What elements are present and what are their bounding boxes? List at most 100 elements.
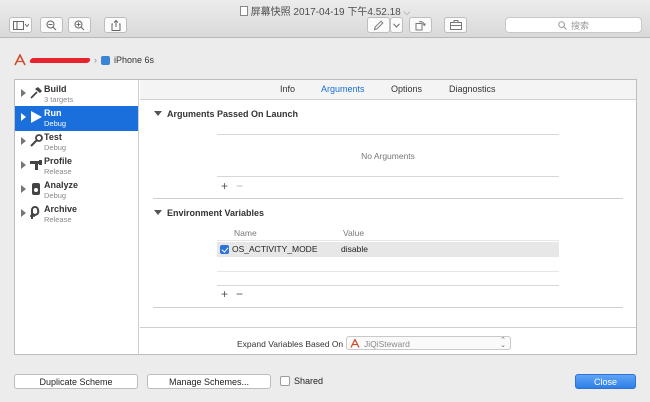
add-argument-button[interactable]: + bbox=[221, 179, 228, 193]
disclosure-icon[interactable] bbox=[21, 209, 26, 217]
expand-variables-popup[interactable]: JiQiSteward ⌃ ⌄ bbox=[346, 336, 511, 350]
scheme-detail-pane: Info Arguments Options Diagnostics Argum… bbox=[140, 80, 636, 354]
arguments-list[interactable]: No Arguments bbox=[217, 134, 559, 177]
tab-options[interactable]: Options bbox=[391, 84, 422, 94]
pen-icon bbox=[373, 19, 384, 30]
env-var-value[interactable]: disable bbox=[341, 244, 368, 254]
disclosure-icon[interactable] bbox=[21, 113, 26, 121]
table-bottom-divider bbox=[217, 285, 559, 286]
search-field[interactable]: 搜索 bbox=[505, 17, 642, 33]
sidebar-item-test[interactable]: Test Debug bbox=[15, 130, 138, 155]
remove-env-var-button[interactable]: − bbox=[236, 287, 243, 301]
sidebar-item-name: Analyze bbox=[44, 180, 79, 190]
sidebar-item-detail: Debug bbox=[44, 191, 67, 200]
arguments-section-title: Arguments Passed On Launch bbox=[167, 109, 299, 119]
sidebar-item-archive[interactable]: Archive Release bbox=[15, 202, 138, 227]
hammer-icon bbox=[30, 87, 42, 99]
analyze-icon bbox=[32, 183, 40, 195]
updown-arrows-icon: ⌃ ⌄ bbox=[500, 337, 506, 349]
disclosure-icon[interactable] bbox=[21, 89, 26, 97]
disclosure-icon[interactable] bbox=[21, 185, 26, 193]
scheme-selector[interactable]: › iPhone 6s bbox=[14, 52, 154, 68]
scheme-action-list: Build 3 targets Run Debug Test Debug Pro… bbox=[15, 80, 139, 354]
table-row[interactable]: OS_ACTIVITY_MODE disable bbox=[217, 242, 559, 257]
device-name: iPhone 6s bbox=[114, 55, 155, 65]
search-icon bbox=[558, 20, 567, 30]
zoom-in-icon bbox=[74, 20, 85, 30]
env-column-value[interactable]: Value bbox=[343, 228, 364, 238]
env-column-name[interactable]: Name bbox=[234, 228, 257, 238]
expand-variables-label: Expand Variables Based On bbox=[237, 339, 344, 349]
section-divider bbox=[153, 198, 623, 199]
tab-bar: Info Arguments Options Diagnostics bbox=[140, 80, 636, 100]
sidebar-item-detail: Debug bbox=[44, 143, 67, 152]
remove-argument-button[interactable]: − bbox=[236, 179, 243, 193]
window-title-bar[interactable]: 屏幕快照 2017-04-19 下午4.52.18 ⌵ bbox=[0, 3, 650, 18]
tab-arguments[interactable]: Arguments bbox=[321, 84, 365, 94]
arguments-section-header[interactable]: Arguments Passed On Launch bbox=[154, 109, 298, 119]
sidebar-item-name: Build bbox=[44, 84, 67, 94]
sidebar-item-detail: Debug bbox=[44, 119, 67, 128]
share-button[interactable] bbox=[104, 17, 127, 33]
arguments-empty-message: No Arguments bbox=[361, 151, 415, 161]
footer-divider bbox=[140, 327, 636, 328]
markup-button[interactable] bbox=[367, 17, 390, 33]
sidebar-item-detail: Release bbox=[44, 215, 72, 224]
archive-icon bbox=[30, 206, 40, 219]
markup-menu-button[interactable] bbox=[390, 17, 403, 33]
zoom-out-icon bbox=[46, 20, 57, 30]
duplicate-scheme-button[interactable]: Duplicate Scheme bbox=[14, 374, 138, 389]
add-env-var-button[interactable]: + bbox=[221, 287, 228, 301]
sidebar-item-name: Archive bbox=[44, 204, 78, 214]
expand-variables-value: JiQiSteward bbox=[364, 339, 410, 349]
redacted-scheme-name bbox=[29, 57, 91, 63]
sidebar-item-name: Run bbox=[44, 108, 62, 118]
close-button[interactable]: Close bbox=[575, 374, 636, 389]
toolbox-icon bbox=[449, 20, 462, 30]
env-enabled-checkbox[interactable] bbox=[220, 245, 229, 254]
tab-diagnostics[interactable]: Diagnostics bbox=[449, 84, 496, 94]
tab-info[interactable]: Info bbox=[280, 84, 295, 94]
search-placeholder: 搜索 bbox=[570, 20, 589, 31]
arguments-add-remove: + − bbox=[221, 179, 243, 193]
share-icon bbox=[111, 19, 120, 31]
device-icon bbox=[101, 55, 110, 65]
sidebar-item-analyze[interactable]: Analyze Debug bbox=[15, 178, 138, 203]
environment-section-title: Environment Variables bbox=[167, 208, 265, 218]
rotate-button[interactable] bbox=[409, 17, 432, 33]
app-icon bbox=[350, 339, 360, 348]
zoom-out-button[interactable] bbox=[40, 17, 63, 33]
document-icon bbox=[239, 6, 248, 16]
disclosure-triangle-icon bbox=[154, 210, 162, 215]
disclosure-icon[interactable] bbox=[21, 161, 26, 169]
manage-schemes-button[interactable]: Manage Schemes... bbox=[147, 374, 271, 389]
toolbox-button[interactable] bbox=[444, 17, 467, 33]
scheme-editor-panel: Build 3 targets Run Debug Test Debug Pro… bbox=[14, 79, 637, 355]
disclosure-triangle-icon bbox=[154, 111, 162, 116]
wrench-icon bbox=[30, 134, 43, 147]
shared-toggle[interactable]: Shared bbox=[280, 376, 323, 386]
sidebar-item-run[interactable]: Run Debug bbox=[15, 106, 138, 131]
play-icon bbox=[31, 111, 42, 123]
shared-checkbox[interactable] bbox=[280, 376, 290, 386]
disclosure-icon[interactable] bbox=[21, 137, 26, 145]
gauge-icon bbox=[30, 160, 42, 170]
environment-section-header[interactable]: Environment Variables bbox=[154, 208, 264, 218]
window-toolbar: 屏幕快照 2017-04-19 下午4.52.18 ⌵ 搜索 bbox=[0, 0, 650, 38]
env-var-name[interactable]: OS_ACTIVITY_MODE bbox=[232, 244, 318, 254]
chevron-down-icon[interactable]: ⌵ bbox=[404, 7, 411, 17]
section-divider bbox=[153, 307, 623, 308]
sidebar-icon bbox=[12, 20, 29, 30]
sidebar-item-detail: 3 targets bbox=[44, 95, 74, 104]
table-row-divider bbox=[217, 271, 559, 272]
sidebar-item-name: Profile bbox=[44, 156, 73, 166]
sidebar-item-build[interactable]: Build 3 targets bbox=[15, 82, 138, 107]
sidebar-toggle-button[interactable] bbox=[9, 17, 32, 33]
chevron-down-icon bbox=[393, 22, 400, 28]
shared-label: Shared bbox=[294, 376, 324, 386]
app-icon bbox=[14, 54, 26, 66]
zoom-in-button[interactable] bbox=[68, 17, 91, 33]
sidebar-item-profile[interactable]: Profile Release bbox=[15, 154, 138, 179]
sidebar-item-detail: Release bbox=[44, 167, 72, 176]
environment-add-remove: + − bbox=[221, 287, 243, 301]
